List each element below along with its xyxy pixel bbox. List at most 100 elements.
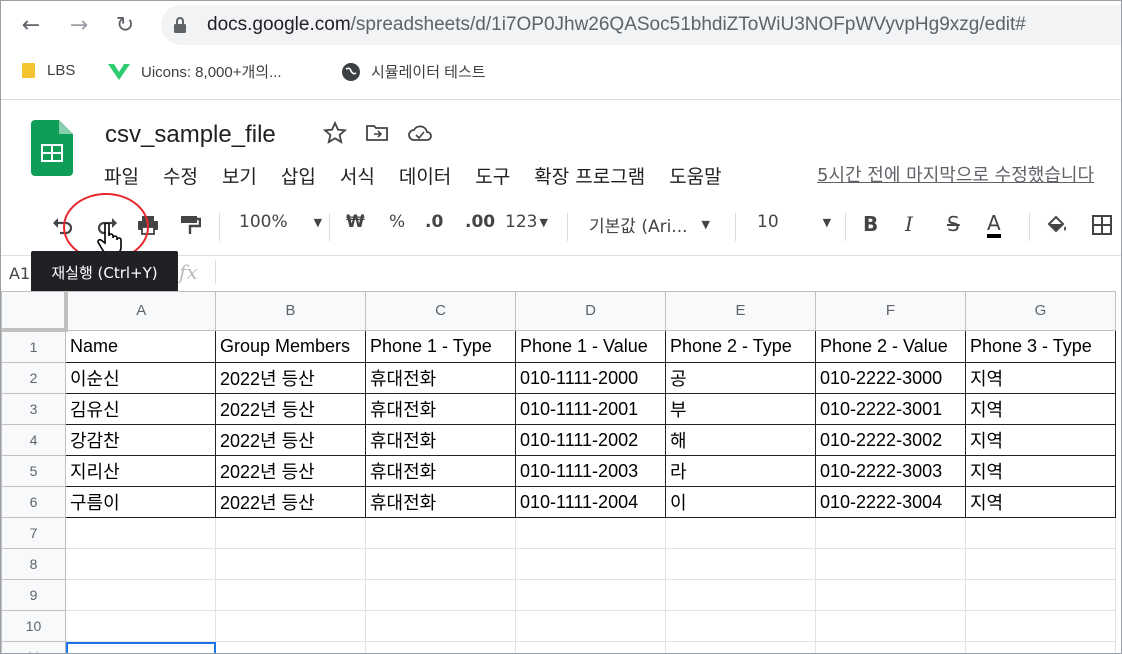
cell[interactable]	[515, 610, 666, 642]
menu-extensions[interactable]: 확장 프로그램	[534, 162, 645, 189]
currency-format-button[interactable]: ₩	[346, 212, 365, 232]
cell[interactable]	[665, 548, 816, 580]
cell[interactable]	[815, 548, 966, 580]
cell[interactable]: 2022년 등산	[215, 424, 366, 456]
cell[interactable]: 해	[665, 424, 816, 456]
cell[interactable]: 010-1111-2001	[515, 393, 666, 425]
cell[interactable]: 부	[665, 393, 816, 425]
cell[interactable]	[365, 548, 516, 580]
cell[interactable]: 2022년 등산	[215, 455, 366, 487]
cell[interactable]	[815, 641, 966, 653]
menu-insert[interactable]: 삽입	[281, 162, 316, 189]
cell[interactable]: 휴대전화	[365, 393, 516, 425]
cell[interactable]	[965, 579, 1116, 611]
cell[interactable]: 이	[665, 486, 816, 518]
cell[interactable]	[365, 641, 516, 653]
menu-format[interactable]: 서식	[340, 162, 375, 189]
column-header[interactable]: G	[965, 291, 1116, 331]
row-header[interactable]: 11	[1, 641, 66, 653]
star-icon[interactable]	[323, 121, 347, 145]
menu-file[interactable]: 파일	[104, 162, 139, 189]
cell[interactable]: 지역	[965, 362, 1116, 394]
cell[interactable]: 010-2222-3000	[815, 362, 966, 394]
text-color-button[interactable]: A	[987, 212, 1001, 238]
cell[interactable]: Phone 2 - Type	[665, 329, 816, 363]
column-header[interactable]: A	[65, 291, 216, 331]
cell[interactable]	[65, 641, 216, 653]
borders-icon[interactable]	[1091, 214, 1113, 236]
cell[interactable]	[965, 641, 1116, 653]
cell[interactable]	[515, 548, 666, 580]
cell[interactable]	[65, 579, 216, 611]
cell[interactable]	[215, 641, 366, 653]
cell[interactable]	[365, 517, 516, 549]
fill-color-icon[interactable]	[1045, 214, 1069, 236]
column-header[interactable]: E	[665, 291, 816, 331]
cell[interactable]	[665, 517, 816, 549]
menu-help[interactable]: 도움말	[669, 162, 721, 189]
decrease-decimal-button[interactable]: .0	[425, 212, 443, 232]
font-size-select[interactable]: 10 ▼	[757, 212, 831, 232]
cell[interactable]: 김유신	[65, 393, 216, 425]
row-header[interactable]: 6	[1, 486, 66, 518]
bookmark-uicons[interactable]: Uicons: 8,000+개의...	[107, 61, 282, 82]
cell[interactable]	[815, 610, 966, 642]
cell[interactable]	[215, 610, 366, 642]
row-header[interactable]: 5	[1, 455, 66, 487]
move-folder-icon[interactable]	[365, 121, 389, 145]
zoom-select[interactable]: 100% ▼	[239, 212, 322, 232]
cell[interactable]: 010-2222-3002	[815, 424, 966, 456]
menu-tools[interactable]: 도구	[475, 162, 510, 189]
cell[interactable]: 010-2222-3001	[815, 393, 966, 425]
cell[interactable]: 2022년 등산	[215, 362, 366, 394]
cell[interactable]: Phone 3 - Type	[965, 329, 1116, 363]
cell[interactable]	[515, 579, 666, 611]
menu-view[interactable]: 보기	[222, 162, 257, 189]
cell[interactable]: 강감찬	[65, 424, 216, 456]
menu-data[interactable]: 데이터	[399, 162, 451, 189]
address-bar[interactable]: docs.google.com/spreadsheets/d/1i7OP0Jhw…	[161, 5, 1121, 45]
cell[interactable]	[215, 548, 366, 580]
row-header[interactable]: 8	[1, 548, 66, 580]
cell[interactable]	[965, 517, 1116, 549]
cell[interactable]: 010-1111-2000	[515, 362, 666, 394]
cell[interactable]: 지역	[965, 455, 1116, 487]
cell[interactable]	[815, 579, 966, 611]
italic-button[interactable]: I	[905, 212, 913, 236]
cell[interactable]	[365, 579, 516, 611]
cell[interactable]: 010-1111-2004	[515, 486, 666, 518]
cell[interactable]	[215, 517, 366, 549]
cell[interactable]: 휴대전화	[365, 455, 516, 487]
cell[interactable]	[65, 548, 216, 580]
back-arrow-icon[interactable]: ←	[17, 11, 45, 39]
cell[interactable]	[965, 548, 1116, 580]
row-header[interactable]: 3	[1, 393, 66, 425]
cell[interactable]	[665, 579, 816, 611]
increase-decimal-button[interactable]: .00	[465, 212, 495, 232]
cell[interactable]	[965, 610, 1116, 642]
cell[interactable]: 이순신	[65, 362, 216, 394]
cell[interactable]: Phone 2 - Value	[815, 329, 966, 363]
reload-icon[interactable]: ↻	[111, 11, 139, 39]
cell-reference[interactable]: A1	[9, 264, 30, 283]
column-header[interactable]: D	[515, 291, 666, 331]
cell[interactable]: 010-1111-2003	[515, 455, 666, 487]
cell[interactable]: 공	[665, 362, 816, 394]
strikethrough-button[interactable]: S	[947, 212, 960, 236]
column-header[interactable]: B	[215, 291, 366, 331]
row-header[interactable]: 2	[1, 362, 66, 394]
cell[interactable]: 지역	[965, 486, 1116, 518]
cell[interactable]: Group Members	[215, 329, 366, 363]
cell[interactable]	[515, 641, 666, 653]
cell[interactable]	[815, 517, 966, 549]
cell[interactable]	[215, 579, 366, 611]
column-header[interactable]: F	[815, 291, 966, 331]
cell[interactable]: 2022년 등산	[215, 486, 366, 518]
document-title[interactable]: csv_sample_file	[105, 121, 276, 149]
cell[interactable]: 휴대전화	[365, 362, 516, 394]
row-header[interactable]: 9	[1, 579, 66, 611]
cell[interactable]: 휴대전화	[365, 486, 516, 518]
paint-format-icon[interactable]	[179, 214, 201, 236]
bookmark-lbs[interactable]: LBS	[21, 61, 75, 79]
cell[interactable]	[665, 610, 816, 642]
